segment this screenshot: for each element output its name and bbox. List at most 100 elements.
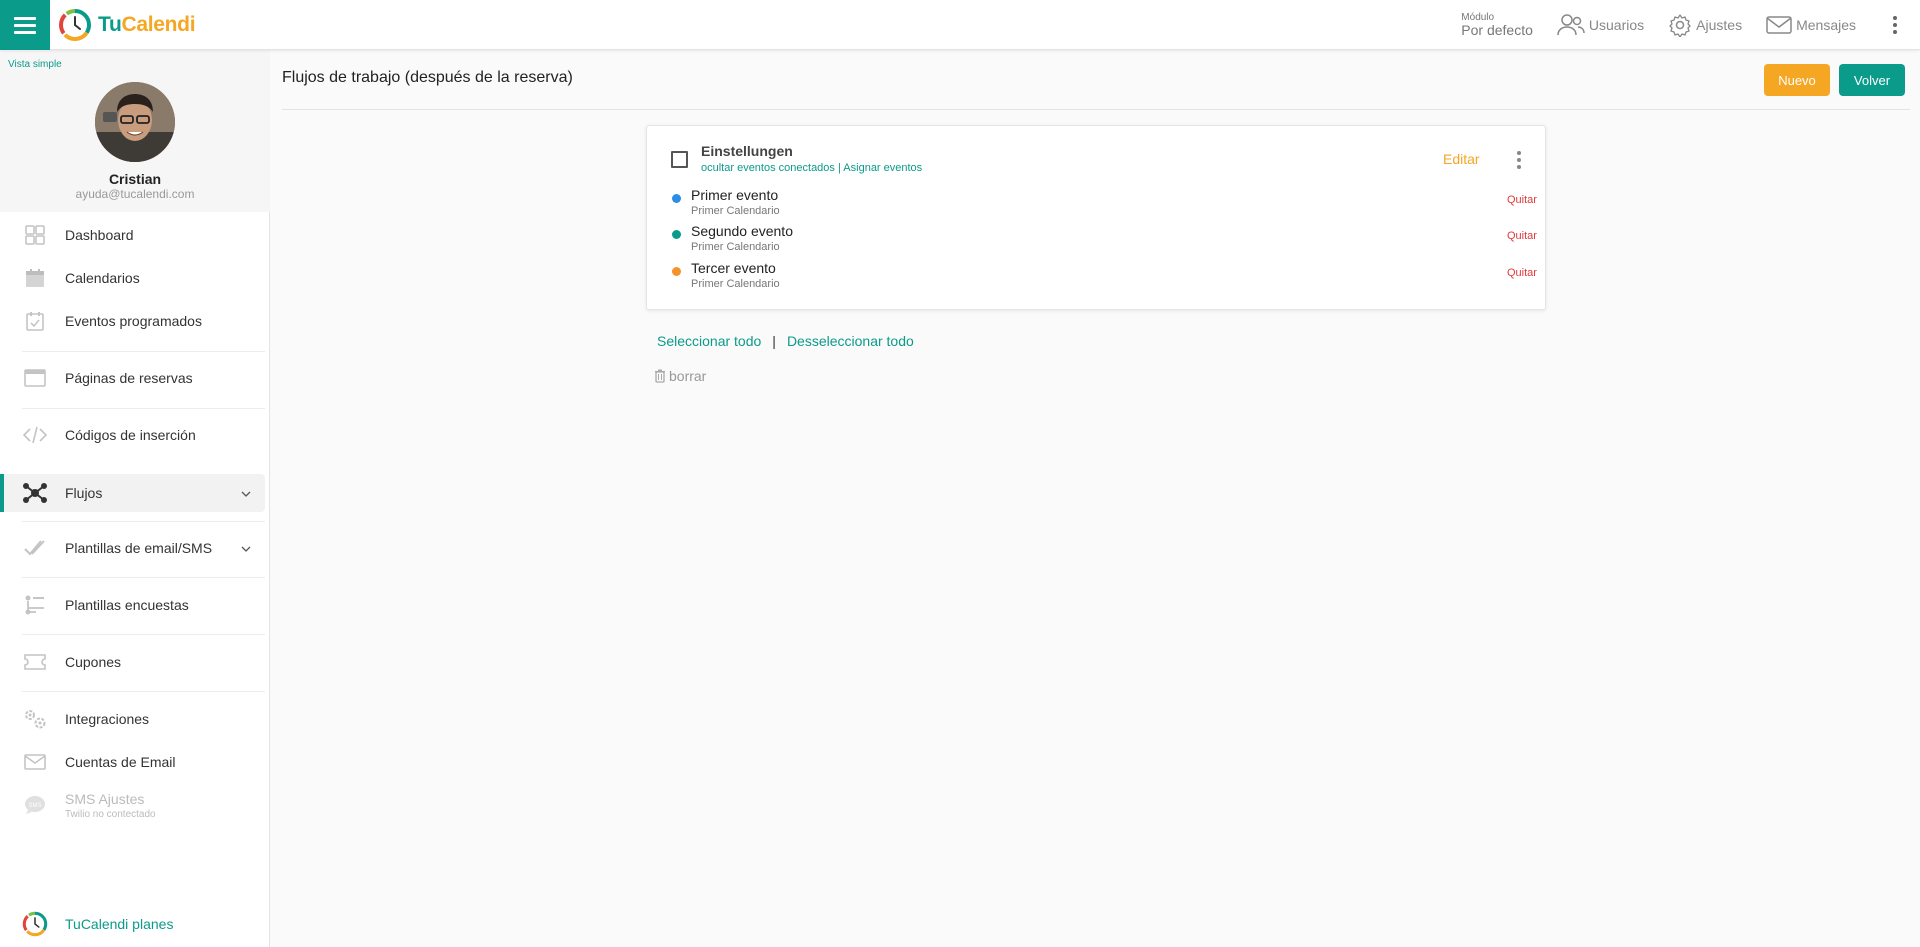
envelope-icon	[1766, 16, 1792, 34]
selection-controls: Seleccionar todo | Desseleccionar todo	[657, 333, 914, 349]
settings-label: Ajustes	[1696, 17, 1743, 33]
event-name: Primer evento	[691, 187, 779, 203]
sidebar-item-email-sms-templates[interactable]: Plantillas de email/SMS	[0, 531, 265, 565]
hamburger-icon	[14, 15, 36, 36]
sidebar-item-embed-codes[interactable]: Códigos de inserción	[0, 418, 265, 452]
remove-event-link[interactable]: Quitar	[1507, 194, 1537, 206]
workflow-more-icon[interactable]	[1517, 149, 1521, 170]
gears-icon	[22, 706, 48, 732]
sidebar-item-calendars[interactable]: Calendarios	[0, 261, 265, 295]
divider	[22, 577, 265, 578]
avatar[interactable]	[95, 82, 175, 162]
user-name: Cristian	[108, 171, 162, 187]
chevron-down-icon[interactable]	[241, 486, 251, 500]
event-color-dot	[672, 230, 681, 239]
settings-link[interactable]: Ajustes	[1668, 13, 1742, 37]
sidebar-item-coupons[interactable]: Cupones	[0, 645, 265, 679]
users-link[interactable]: Usuarios	[1555, 13, 1644, 37]
sidebar-item-workflows[interactable]: Flujos	[0, 474, 265, 512]
tucalendi-logo-icon	[59, 9, 91, 41]
sidebar-item-label: SMS Ajustes	[65, 790, 145, 807]
divider	[22, 408, 265, 409]
plans-link[interactable]: TuCalendi planes	[22, 911, 173, 937]
simple-view-link[interactable]: Vista simple	[8, 59, 62, 70]
logo-text: TuCalendi	[98, 13, 196, 36]
deselect-all-link[interactable]: Desseleccionar todo	[787, 333, 914, 349]
sidebar-item-booking-pages[interactable]: Páginas de reservas	[0, 361, 265, 395]
trash-icon	[655, 369, 665, 383]
sidebar-item-integrations[interactable]: Integraciones	[0, 702, 265, 736]
envelope-icon	[22, 749, 48, 775]
back-button[interactable]: Volver	[1839, 64, 1905, 96]
plans-label: TuCalendi planes	[65, 916, 174, 932]
messages-link[interactable]: Mensajes	[1766, 15, 1856, 35]
sidebar-item-label: Códigos de inserción	[65, 427, 196, 443]
sidebar-item-survey-templates[interactable]: Plantillas encuestas	[0, 588, 265, 622]
more-options-icon[interactable]	[1880, 15, 1910, 36]
users-icon	[1557, 14, 1585, 36]
new-button[interactable]: Nuevo	[1764, 64, 1830, 96]
separator: |	[772, 333, 776, 349]
remove-event-link[interactable]: Quitar	[1507, 267, 1537, 279]
dashboard-icon	[22, 222, 48, 248]
sidebar-item-label: Cuentas de Email	[65, 754, 176, 770]
event-calendar: Primer Calendario	[691, 278, 780, 290]
sms-bubble-icon: SMS	[22, 792, 48, 818]
sidebar-item-label: Calendarios	[65, 270, 140, 286]
double-check-icon	[22, 535, 48, 561]
workflow-card: Einstellungen ocultar eventos conectados…	[646, 125, 1546, 310]
app-logo[interactable]: TuCalendi	[58, 8, 196, 42]
sidebar: Vista simple Cristian ayuda@tucalendi.co…	[0, 50, 270, 947]
workflow-icon	[22, 480, 48, 506]
event-color-dot	[672, 194, 681, 203]
survey-icon	[22, 592, 48, 618]
workflow-name: Einstellungen	[701, 143, 793, 159]
event-name: Tercer evento	[691, 260, 776, 276]
user-email: ayuda@tucalendi.com	[75, 187, 195, 201]
messages-label: Mensajes	[1796, 17, 1856, 33]
tucalendi-logo-icon	[22, 911, 48, 937]
sidebar-item-label: Plantillas encuestas	[65, 597, 189, 613]
sidebar-item-sms-settings[interactable]: SMS SMS Ajustes Twilio no contectado	[0, 785, 265, 825]
assign-events-link[interactable]: Asignar eventos	[843, 162, 922, 174]
select-all-link[interactable]: Seleccionar todo	[657, 333, 761, 349]
sidebar-item-label: Cupones	[65, 654, 122, 670]
hamburger-menu-button[interactable]	[0, 0, 50, 50]
sidebar-item-email-accounts[interactable]: Cuentas de Email	[0, 745, 265, 779]
code-icon	[22, 422, 48, 448]
remove-event-link[interactable]: Quitar	[1507, 230, 1537, 242]
svg-text:SMS: SMS	[28, 803, 41, 809]
sidebar-item-label: Páginas de reservas	[65, 370, 193, 386]
main-content: Flujos de trabajo (después de la reserva…	[271, 50, 1920, 947]
users-label: Usuarios	[1588, 17, 1645, 33]
sidebar-item-scheduled-events[interactable]: Eventos programados	[0, 304, 265, 338]
module-selector[interactable]: Módulo Por defecto	[1461, 13, 1533, 38]
divider	[22, 521, 265, 522]
browser-window-icon	[22, 365, 48, 391]
page-title: Flujos de trabajo (después de la reserva…	[282, 69, 573, 86]
calendar-check-icon	[22, 308, 48, 334]
delete-label: borrar	[669, 368, 707, 384]
delete-button[interactable]: borrar	[654, 368, 706, 384]
sidebar-item-label: Eventos programados	[65, 313, 202, 329]
divider	[22, 691, 265, 692]
workflow-links: ocultar eventos conectados | Asignar eve…	[701, 162, 922, 174]
event-calendar: Primer Calendario	[691, 205, 780, 217]
avatar-image	[95, 82, 175, 162]
hide-connected-events-link[interactable]: ocultar eventos conectados	[701, 162, 835, 174]
event-color-dot	[672, 267, 681, 276]
sidebar-item-label: Integraciones	[65, 711, 150, 727]
workflow-checkbox[interactable]	[671, 151, 688, 168]
edit-workflow-link[interactable]: Editar	[1443, 151, 1480, 167]
divider	[22, 351, 265, 352]
sidebar-item-label: Dashboard	[65, 227, 134, 243]
ticket-icon	[22, 649, 48, 675]
top-bar: TuCalendi Módulo Por defecto Usuarios Aj…	[0, 0, 1920, 50]
chevron-down-icon[interactable]	[241, 541, 251, 555]
module-value: Por defecto	[1461, 22, 1533, 38]
sidebar-item-label: Flujos	[65, 485, 103, 501]
gear-icon	[1669, 14, 1691, 37]
divider	[22, 634, 265, 635]
sidebar-item-label: Plantillas de email/SMS	[65, 540, 213, 556]
sidebar-item-dashboard[interactable]: Dashboard	[0, 218, 265, 252]
